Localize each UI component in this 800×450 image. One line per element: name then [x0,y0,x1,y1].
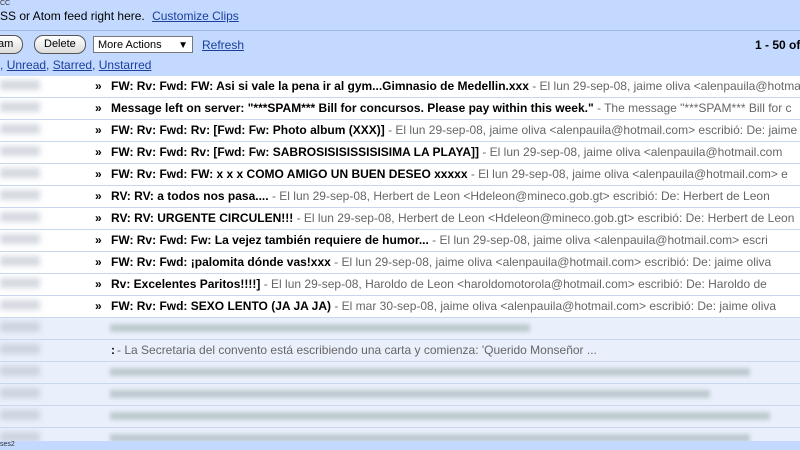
message-list: » FW: Rv: Fwd: FW: Asi si vale la pena ir… [0,76,800,450]
thread-marker-icon: » [95,233,102,247]
filter-bar: , Unread, Starred, Unstarred [0,58,800,76]
message-subject: FW: Rv: Fwd: Rv: [Fwd: Fw: Photo album (… [111,123,385,137]
message-snippet: - The message "***SPAM*** Bill for c [593,101,792,115]
more-actions-value: More Actions [98,39,162,51]
sender-name [0,300,40,310]
blurred-content [110,412,770,420]
report-spam-button[interactable]: am [0,35,24,54]
sender-name [0,322,40,332]
bottom-strip: ses2 [0,441,800,450]
blurred-content [110,390,710,398]
sender-name [0,234,40,244]
message-subject: RV: RV: a todos nos pasa.... [111,189,269,203]
message-row[interactable]: » FW: Rv: Fwd: Fw: La vejez también requi… [0,230,800,252]
thread-marker-icon: » [95,299,102,313]
sender-name [0,102,40,112]
message-row[interactable]: » Rv: Excelentes Paritos!!!!] - El lun 29… [0,274,800,296]
message-row[interactable]: » RV: RV: a todos nos pasa.... - El lun 2… [0,186,800,208]
sender-name [0,190,40,200]
message-row[interactable]: » Message left on server: "***SPAM*** Bil… [0,98,800,120]
sender-name [0,278,40,288]
sender-name [0,168,40,178]
message-row[interactable]: » FW: Rv: Fwd: ¡palomita dónde vas!xxx - … [0,252,800,274]
sender-name [0,344,40,354]
blurred-message-row[interactable] [0,384,800,406]
message-snippet: - El lun 29-sep-08, jaime oliva <alenpau… [532,79,800,93]
thread-marker-icon: » [95,101,102,115]
thread-marker-icon: » [95,189,102,203]
message-snippet: - El lun 29-sep-08, Herbert de Leon <Hde… [268,189,770,203]
thread-marker-icon: » [95,211,102,225]
message-row[interactable]: » FW: Rv: Fwd: FW: Asi si vale la pena ir… [0,76,800,98]
message-snippet: - El lun 29-sep-08, jaime oliva <alenpau… [428,233,768,247]
message-snippet: - El lun 29-sep-08, jaime oliva <alenpau… [384,123,800,137]
more-actions-select[interactable]: More Actions ▼ [93,36,193,53]
delete-button[interactable]: Delete [34,35,86,54]
message-snippet: - El lun 29-sep-08, Herbert de Leon <Hde… [293,211,795,225]
message-snippet: - El lun 29-sep-08, jaime oliva <alenpau… [330,255,772,269]
corner-label: CC [0,0,11,7]
message-snippet: - El mar 30-sep-08, jaime oliva <alenpau… [331,299,777,313]
message-subject: Message left on server: "***SPAM*** Bill… [111,101,594,115]
sender-name [0,80,40,90]
sender-name [0,212,40,222]
thread-marker-icon: » [95,123,102,137]
sender-name [0,124,40,134]
feed-notice: SS or Atom feed right here. Customize Cl… [0,9,239,23]
message-snippet: - El lun 29-sep-08, jaime oliva <alenpau… [479,145,783,159]
blurred-message-row[interactable] [0,318,800,340]
message-snippet: - El lun 29-sep-08, Haroldo de Leon <har… [260,277,767,291]
sender-name [0,366,40,376]
message-snippet: - La Secretaria del convento está escrib… [117,343,597,357]
blurred-message-row[interactable] [0,362,800,384]
filter-starred[interactable]: Starred [53,58,92,72]
message-subject: FW: Rv: Fwd: Fw: La vejez también requie… [111,233,429,247]
message-row[interactable]: : - La Secretaria del convento está escr… [0,340,800,362]
mail-toolbar: am Delete More Actions ▼ Refresh 1 - 50 … [0,30,800,59]
message-subject: Rv: Excelentes Paritos!!!!] [111,277,261,291]
sender-name [0,256,40,266]
thread-marker-icon: » [95,145,102,159]
thread-marker-icon: : [111,343,115,357]
blurred-content [110,368,750,376]
feed-bar: CC SS or Atom feed right here. Customize… [0,0,800,30]
sender-name [0,410,40,420]
refresh-link[interactable]: Refresh [202,38,244,52]
filter-unread[interactable]: Unread [7,58,46,72]
message-row[interactable]: » FW: Rv: Fwd: FW: x x x COMO AMIGO UN BU… [0,164,800,186]
message-row[interactable]: » FW: Rv: Fwd: Rv: [Fwd: Fw: SABROSISISIS… [0,142,800,164]
message-row[interactable]: » RV: RV: URGENTE CIRCULEN!!! - El lun 29… [0,208,800,230]
customize-clips-link[interactable]: Customize Clips [152,9,239,23]
thread-marker-icon: » [95,277,102,291]
message-row[interactable]: » FW: Rv: Fwd: Rv: [Fwd: Fw: Photo album … [0,120,800,142]
feed-text: SS or Atom feed right here. [0,9,145,23]
message-subject: FW: Rv: Fwd: SEXO LENTO (JA JA JA) [111,299,332,313]
dropdown-arrow-icon: ▼ [178,40,188,51]
filter-links: , Unread, Starred, Unstarred [0,58,152,72]
message-subject: FW: Rv: Fwd: FW: Asi si vale la pena ir … [111,79,529,93]
bottom-label: ses2 [0,441,15,448]
message-subject: FW: Rv: Fwd: Rv: [Fwd: Fw: SABROSISISISS… [111,145,480,159]
message-subject: RV: RV: URGENTE CIRCULEN!!! [111,211,294,225]
sender-name [0,388,40,398]
blurred-content [110,324,530,332]
filter-prefix: , [0,58,4,72]
thread-marker-icon: » [95,79,102,93]
thread-marker-icon: » [95,167,102,181]
message-count: 1 - 50 of [755,38,800,52]
blurred-message-row[interactable] [0,406,800,428]
message-subject: FW: Rv: Fwd: FW: x x x COMO AMIGO UN BUE… [111,167,468,181]
message-subject: FW: Rv: Fwd: ¡palomita dónde vas!xxx [111,255,331,269]
sender-name [0,146,40,156]
filter-unstarred[interactable]: Unstarred [99,58,152,72]
message-snippet: - El lun 29-sep-08, jaime oliva <alenpau… [467,167,788,181]
thread-marker-icon: » [95,255,102,269]
message-row[interactable]: » FW: Rv: Fwd: SEXO LENTO (JA JA JA) - El… [0,296,800,318]
